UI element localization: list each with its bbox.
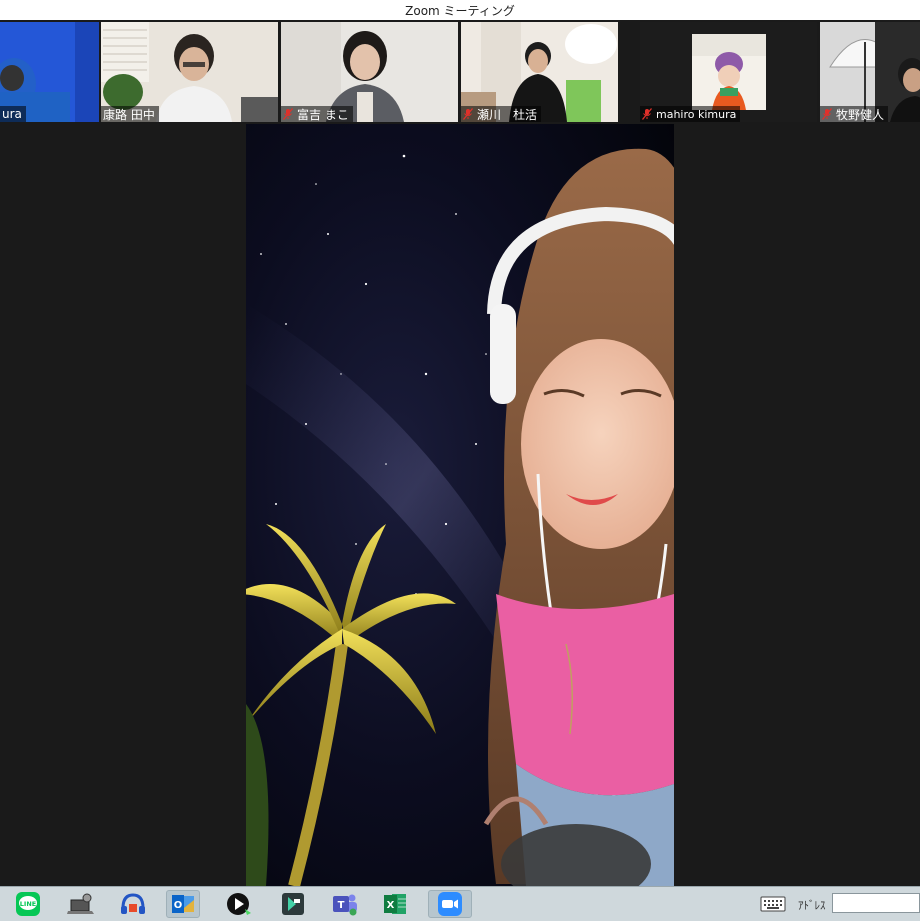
laptop-settings-icon xyxy=(67,893,94,914)
taskbar-app-zoom[interactable] xyxy=(428,890,472,918)
outlook-icon: O xyxy=(172,895,194,913)
svg-text:X: X xyxy=(387,900,395,911)
participant-tile[interactable]: 瀬川 杜活 xyxy=(461,22,618,122)
taskbar-app-filmora[interactable] xyxy=(276,890,310,918)
window-titlebar[interactable]: Zoom ミーティング xyxy=(0,0,920,20)
mic-muted-icon xyxy=(283,108,293,120)
taskbar-app-line[interactable]: LINE xyxy=(11,890,45,918)
taskbar-app-teams[interactable]: T xyxy=(328,890,362,918)
taskbar-app-laptop[interactable] xyxy=(64,890,98,918)
zoom-icon xyxy=(438,892,462,916)
participant-name-bar: mahiro kimura xyxy=(640,106,741,122)
line-icon: LINE xyxy=(16,892,40,916)
active-speaker-video[interactable] xyxy=(246,124,674,886)
participant-name-bar: ura xyxy=(0,106,26,122)
participant-name: 牧野健人 xyxy=(836,107,885,122)
participant-gallery-strip: ura 康路 田中 富吉 まこ 瀬川 杜活 mahiro kimura 牧野健人 xyxy=(0,20,920,122)
participant-name: 富吉 まこ xyxy=(297,107,349,122)
participant-tile[interactable]: 康路 田中 xyxy=(101,22,278,122)
excel-icon: X xyxy=(384,894,406,914)
window-title: Zoom ミーティング xyxy=(405,3,515,18)
participant-tile[interactable]: 牧野健人 xyxy=(820,22,920,122)
mic-muted-icon xyxy=(822,108,832,120)
teams-icon: T xyxy=(333,894,357,916)
participant-name-bar: 瀬川 杜活 xyxy=(461,106,542,122)
participant-tile[interactable]: ura xyxy=(0,22,99,122)
mic-muted-icon xyxy=(463,108,473,120)
line-icon-label: LINE xyxy=(20,900,36,908)
participant-name-bar: 富吉 まこ xyxy=(281,106,353,122)
filmora-icon xyxy=(282,893,304,915)
participant-name: 康路 田中 xyxy=(103,107,155,122)
mic-muted-icon xyxy=(642,108,652,120)
keyboard-icon[interactable] xyxy=(760,896,786,916)
audio-headphones-icon xyxy=(121,893,145,914)
speaker-video-frame xyxy=(246,124,674,886)
participant-name: mahiro kimura xyxy=(656,107,737,121)
taskbar-app-audio[interactable] xyxy=(116,890,150,918)
svg-text:T: T xyxy=(338,900,345,911)
address-toolbar-label: ｱﾄﾞﾚｽ xyxy=(798,899,826,912)
participant-tile[interactable]: 富吉 まこ xyxy=(281,22,458,122)
media-player-icon xyxy=(227,893,251,915)
participant-name-bar: 康路 田中 xyxy=(101,106,159,122)
taskbar-app-player[interactable] xyxy=(222,890,256,918)
participant-name: ura xyxy=(2,107,22,121)
taskbar-app-excel[interactable]: X xyxy=(378,890,412,918)
participant-name: 瀬川 杜活 xyxy=(477,107,538,122)
windows-taskbar: LINE O T X ｱﾄﾞﾚｽ xyxy=(0,886,920,921)
address-toolbar-input[interactable] xyxy=(832,893,920,913)
participant-name-bar: 牧野健人 xyxy=(820,106,889,122)
svg-text:O: O xyxy=(174,900,183,911)
participant-tile[interactable]: mahiro kimura xyxy=(640,22,817,122)
taskbar-app-outlook[interactable]: O xyxy=(166,890,200,918)
